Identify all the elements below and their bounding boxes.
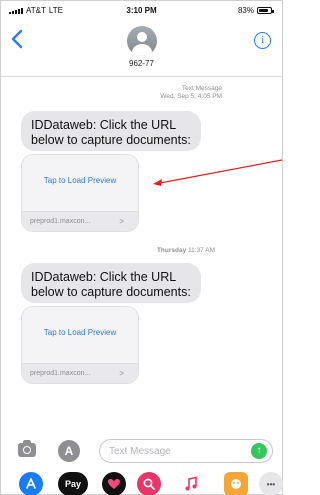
more-apps-icon[interactable]: ••• xyxy=(259,472,283,495)
avatar-body xyxy=(131,44,152,56)
app-store-icon[interactable]: A xyxy=(58,440,80,462)
tap-to-load-preview-2[interactable]: Tap to Load Preview xyxy=(22,328,138,337)
preview-url-1: preprod1.maxcon... xyxy=(30,218,91,225)
contact-name[interactable]: 962-77 xyxy=(1,59,282,68)
apple-pay-label: Pay xyxy=(64,479,81,489)
message-input[interactable]: Text Message ↑ xyxy=(99,439,273,463)
timestamp-2-day: Thursday xyxy=(156,247,187,254)
digital-touch-icon[interactable] xyxy=(102,472,126,495)
conversation-header: 962-77 i xyxy=(1,19,282,77)
tap-to-load-preview-1[interactable]: Tap to Load Preview xyxy=(22,176,138,185)
preview-url-2: preprod1.maxcon... xyxy=(30,370,91,377)
app-drawer: Pay ••• xyxy=(1,468,283,495)
timestamp-1: Text Message Wed, Sep 5, 4:05 PM xyxy=(160,85,222,101)
music-icon[interactable] xyxy=(179,472,203,495)
camera-icon[interactable] xyxy=(18,440,36,457)
message-bubble-1[interactable]: IDDataweb: Click the URL below to captur… xyxy=(21,111,201,151)
images-search-icon[interactable] xyxy=(137,472,161,495)
link-preview-2[interactable]: Tap to Load Preview preprod1.maxcon... > xyxy=(21,306,139,384)
timestamp-2-time: 11:37 AM xyxy=(188,247,215,254)
timestamp-1-type: Text Message xyxy=(181,85,222,92)
message-input-placeholder: Text Message xyxy=(109,446,171,457)
chevron-right-icon: > xyxy=(119,217,124,226)
timestamp-2: Thursday 11:37 AM xyxy=(157,247,215,255)
preview-url-bar-1[interactable]: preprod1.maxcon... > xyxy=(22,211,138,231)
contact-avatar[interactable] xyxy=(126,26,157,56)
avatar-head xyxy=(136,32,147,42)
chevron-left-icon[interactable] xyxy=(10,29,26,49)
info-icon[interactable]: i xyxy=(254,32,271,49)
timestamp-1-date: Wed, Sep 5, 4:05 PM xyxy=(160,93,222,100)
phone-screen: AT&T LTE 3:10 PM 83% 962-77 i Text Messa… xyxy=(0,0,283,495)
compose-bar: A Text Message ↑ xyxy=(1,437,282,463)
battery-icon xyxy=(257,7,274,14)
animoji-icon[interactable] xyxy=(224,472,248,495)
message-bubble-2[interactable]: IDDataweb: Click the URL below to captur… xyxy=(21,263,201,303)
battery-percent: 83% xyxy=(237,6,254,15)
send-arrow-icon[interactable]: ↑ xyxy=(251,443,267,459)
annotation-arrow xyxy=(153,159,283,186)
app-store-drawer-icon[interactable] xyxy=(19,472,43,495)
preview-url-bar-2[interactable]: preprod1.maxcon... > xyxy=(22,363,138,383)
link-preview-1[interactable]: Tap to Load Preview preprod1.maxcon... > xyxy=(21,154,139,232)
chevron-right-icon: > xyxy=(119,369,124,378)
status-bar: AT&T LTE 3:10 PM 83% xyxy=(1,1,282,19)
battery-fill xyxy=(259,9,269,12)
apple-pay-icon[interactable]: Pay xyxy=(58,472,88,495)
status-right: 83% xyxy=(237,6,274,15)
